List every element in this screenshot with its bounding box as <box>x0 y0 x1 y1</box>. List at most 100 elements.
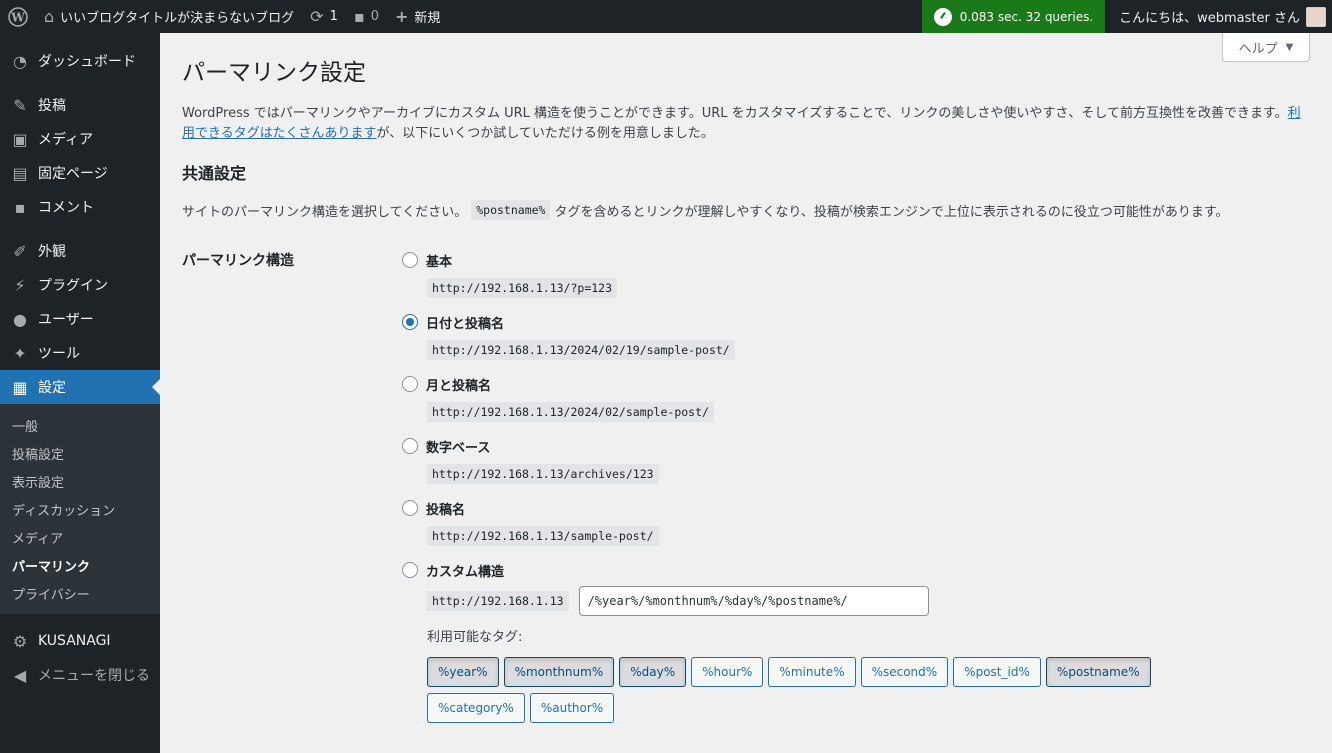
submenu-general[interactable]: 一般 <box>0 411 160 439</box>
available-tags: %year% %monthnum% %day% %hour% %minute% … <box>427 657 1237 724</box>
radio-month-name[interactable] <box>402 376 418 393</box>
tag-year-button[interactable]: %year% <box>427 657 499 688</box>
submenu-discussion[interactable]: ディスカッション <box>0 495 160 523</box>
user-icon: ● <box>13 309 27 329</box>
collapse-arrow-icon: ◀ <box>13 665 27 685</box>
option-numeric: 数字ベース http://192.168.1.13/archives/123 <box>402 436 1332 485</box>
option-example: http://192.168.1.13/2024/02/sample-post/ <box>427 402 714 423</box>
admin-bar: W ⌂ いいブログタイトルが決まらないブログ ⟳ 1 ▪ 0 + 新規 0.08… <box>0 0 1332 33</box>
desc-text: サイトのパーマリンク構造を選択してください。 <box>182 204 468 220</box>
menu-label: 外観 <box>38 244 66 260</box>
site-name-link[interactable]: ⌂ いいブログタイトルが決まらないブログ <box>36 0 302 33</box>
caret-down-icon: ▼ <box>1285 41 1294 53</box>
comments-link[interactable]: ▪ 0 <box>346 0 387 33</box>
menu-appearance[interactable]: ✐ 外観 <box>0 234 160 268</box>
radio-numeric[interactable] <box>402 438 418 455</box>
menu-label: 投稿 <box>38 98 66 114</box>
page-title: パーマリンク設定 <box>182 60 366 86</box>
radio-post-name[interactable] <box>402 500 418 517</box>
page-icon: ▤ <box>12 163 28 183</box>
comment-bubble-icon: ▪ <box>353 6 365 26</box>
comments-count: 0 <box>370 9 379 24</box>
option-post-name: 投稿名 http://192.168.1.13/sample-post/ <box>402 498 1332 547</box>
permalink-options: 基本 http://192.168.1.13/?p=123 日付と投稿名 htt… <box>402 250 1332 737</box>
comment-icon: ▪ <box>14 197 26 217</box>
submenu-writing[interactable]: 投稿設定 <box>0 439 160 467</box>
admin-sidebar: ◔ ダッシュボード ✎ 投稿 ▣ メディア ▤ 固定ページ ▪ コメント ✐ 外… <box>0 33 160 753</box>
postname-code: %postname% <box>471 200 551 221</box>
custom-structure-input[interactable] <box>578 586 929 617</box>
menu-dashboard[interactable]: ◔ ダッシュボード <box>0 44 160 78</box>
menu-posts[interactable]: ✎ 投稿 <box>0 88 160 122</box>
menu-kusanagi[interactable]: ⚙ KUSANAGI <box>0 624 160 658</box>
submenu-permalinks[interactable]: パーマリンク <box>0 551 160 579</box>
tag-hour-button[interactable]: %hour% <box>691 657 764 688</box>
option-label[interactable]: 月と投稿名 <box>426 375 491 394</box>
permalink-structure-row: パーマリンク構造 基本 http://192.168.1.13/?p=123 日… <box>182 250 1332 737</box>
tag-postname-button[interactable]: %postname% <box>1045 657 1151 688</box>
option-label[interactable]: 数字ベース <box>426 437 490 456</box>
updates-count: 1 <box>329 9 338 24</box>
menu-comments[interactable]: ▪ コメント <box>0 190 160 224</box>
option-label[interactable]: 投稿名 <box>426 499 465 518</box>
wrench-icon: ✦ <box>13 343 27 363</box>
intro-tail: が、以下にいくつか試していただける例を用意しました。 <box>376 126 714 142</box>
performance-indicator[interactable]: 0.083 sec. 32 queries. <box>921 0 1106 33</box>
menu-label: プラグイン <box>38 278 108 294</box>
submenu-privacy[interactable]: プライバシー <box>0 579 160 607</box>
radio-day-name[interactable] <box>402 314 418 331</box>
tag-author-button[interactable]: %author% <box>529 693 615 724</box>
collapse-menu-button[interactable]: ◀ メニューを閉じる <box>0 658 160 692</box>
section-description: サイトのパーマリンク構造を選択してください。 %postname% タグを含める… <box>182 200 1332 221</box>
my-account-link[interactable]: こんにちは、webmaster さん <box>1105 0 1332 33</box>
radio-plain[interactable] <box>402 252 418 269</box>
menu-tools[interactable]: ✦ ツール <box>0 336 160 370</box>
intro-body: WordPress ではパーマリンクやアーカイブにカスタム URL 構造を使うこ… <box>182 106 1288 121</box>
gear-icon: ⚙ <box>12 631 28 651</box>
menu-settings[interactable]: ▦ 設定 <box>0 370 160 404</box>
desc-text: タグを含めるとリンクが理解しやすくなり、投稿が検索エンジンで上位に表示されるのに… <box>554 204 1229 220</box>
menu-label: ユーザー <box>38 312 94 328</box>
intro-text: WordPress ではパーマリンクやアーカイブにカスタム URL 構造を使うこ… <box>182 104 1312 144</box>
submenu-reading[interactable]: 表示設定 <box>0 467 160 495</box>
menu-label: メニューを閉じる <box>38 668 150 684</box>
menu-users[interactable]: ● ユーザー <box>0 302 160 336</box>
menu-pages[interactable]: ▤ 固定ページ <box>0 156 160 190</box>
tag-monthnum-button[interactable]: %monthnum% <box>503 657 615 688</box>
menu-label: コメント <box>38 200 94 216</box>
plugin-icon: ⚡ <box>14 275 26 295</box>
tag-category-button[interactable]: %category% <box>427 693 525 724</box>
section-title: 共通設定 <box>182 164 247 184</box>
gauge-icon <box>933 7 952 26</box>
field-label: パーマリンク構造 <box>182 253 294 270</box>
option-example: http://192.168.1.13/?p=123 <box>427 278 618 299</box>
dashboard-icon: ◔ <box>13 51 27 71</box>
submenu-media[interactable]: メディア <box>0 523 160 551</box>
option-label[interactable]: カスタム構造 <box>426 561 504 580</box>
menu-label: 設定 <box>38 380 66 396</box>
option-example: http://192.168.1.13/archives/123 <box>427 464 659 485</box>
tag-post-id-button[interactable]: %post_id% <box>953 657 1041 688</box>
custom-prefix: http://192.168.1.13 <box>427 591 569 612</box>
wordpress-logo-icon[interactable]: W <box>0 0 36 33</box>
settings-icon: ▦ <box>12 377 28 397</box>
tag-day-button[interactable]: %day% <box>619 657 687 688</box>
help-tab-button[interactable]: ヘルプ ▼ <box>1222 33 1310 62</box>
option-label[interactable]: 日付と投稿名 <box>426 313 504 332</box>
radio-custom[interactable] <box>402 562 418 579</box>
svg-text:W: W <box>10 10 25 24</box>
menu-media[interactable]: ▣ メディア <box>0 122 160 156</box>
tag-second-button[interactable]: %second% <box>860 657 949 688</box>
option-label[interactable]: 基本 <box>426 251 452 270</box>
new-content-link[interactable]: + 新規 <box>387 0 448 33</box>
option-custom: カスタム構造 http://192.168.1.13 利用可能なタグ: %yea… <box>402 560 1332 724</box>
menu-plugins[interactable]: ⚡ プラグイン <box>0 268 160 302</box>
tag-minute-button[interactable]: %minute% <box>768 657 856 688</box>
option-example: http://192.168.1.13/sample-post/ <box>427 526 659 547</box>
option-day-name: 日付と投稿名 http://192.168.1.13/2024/02/19/sa… <box>402 312 1332 361</box>
menu-label: メディア <box>38 132 94 148</box>
option-example: http://192.168.1.13/2024/02/19/sample-po… <box>427 340 735 361</box>
updates-link[interactable]: ⟳ 1 <box>302 0 346 33</box>
media-icon: ▣ <box>12 129 28 149</box>
menu-label: ダッシュボード <box>38 54 136 70</box>
